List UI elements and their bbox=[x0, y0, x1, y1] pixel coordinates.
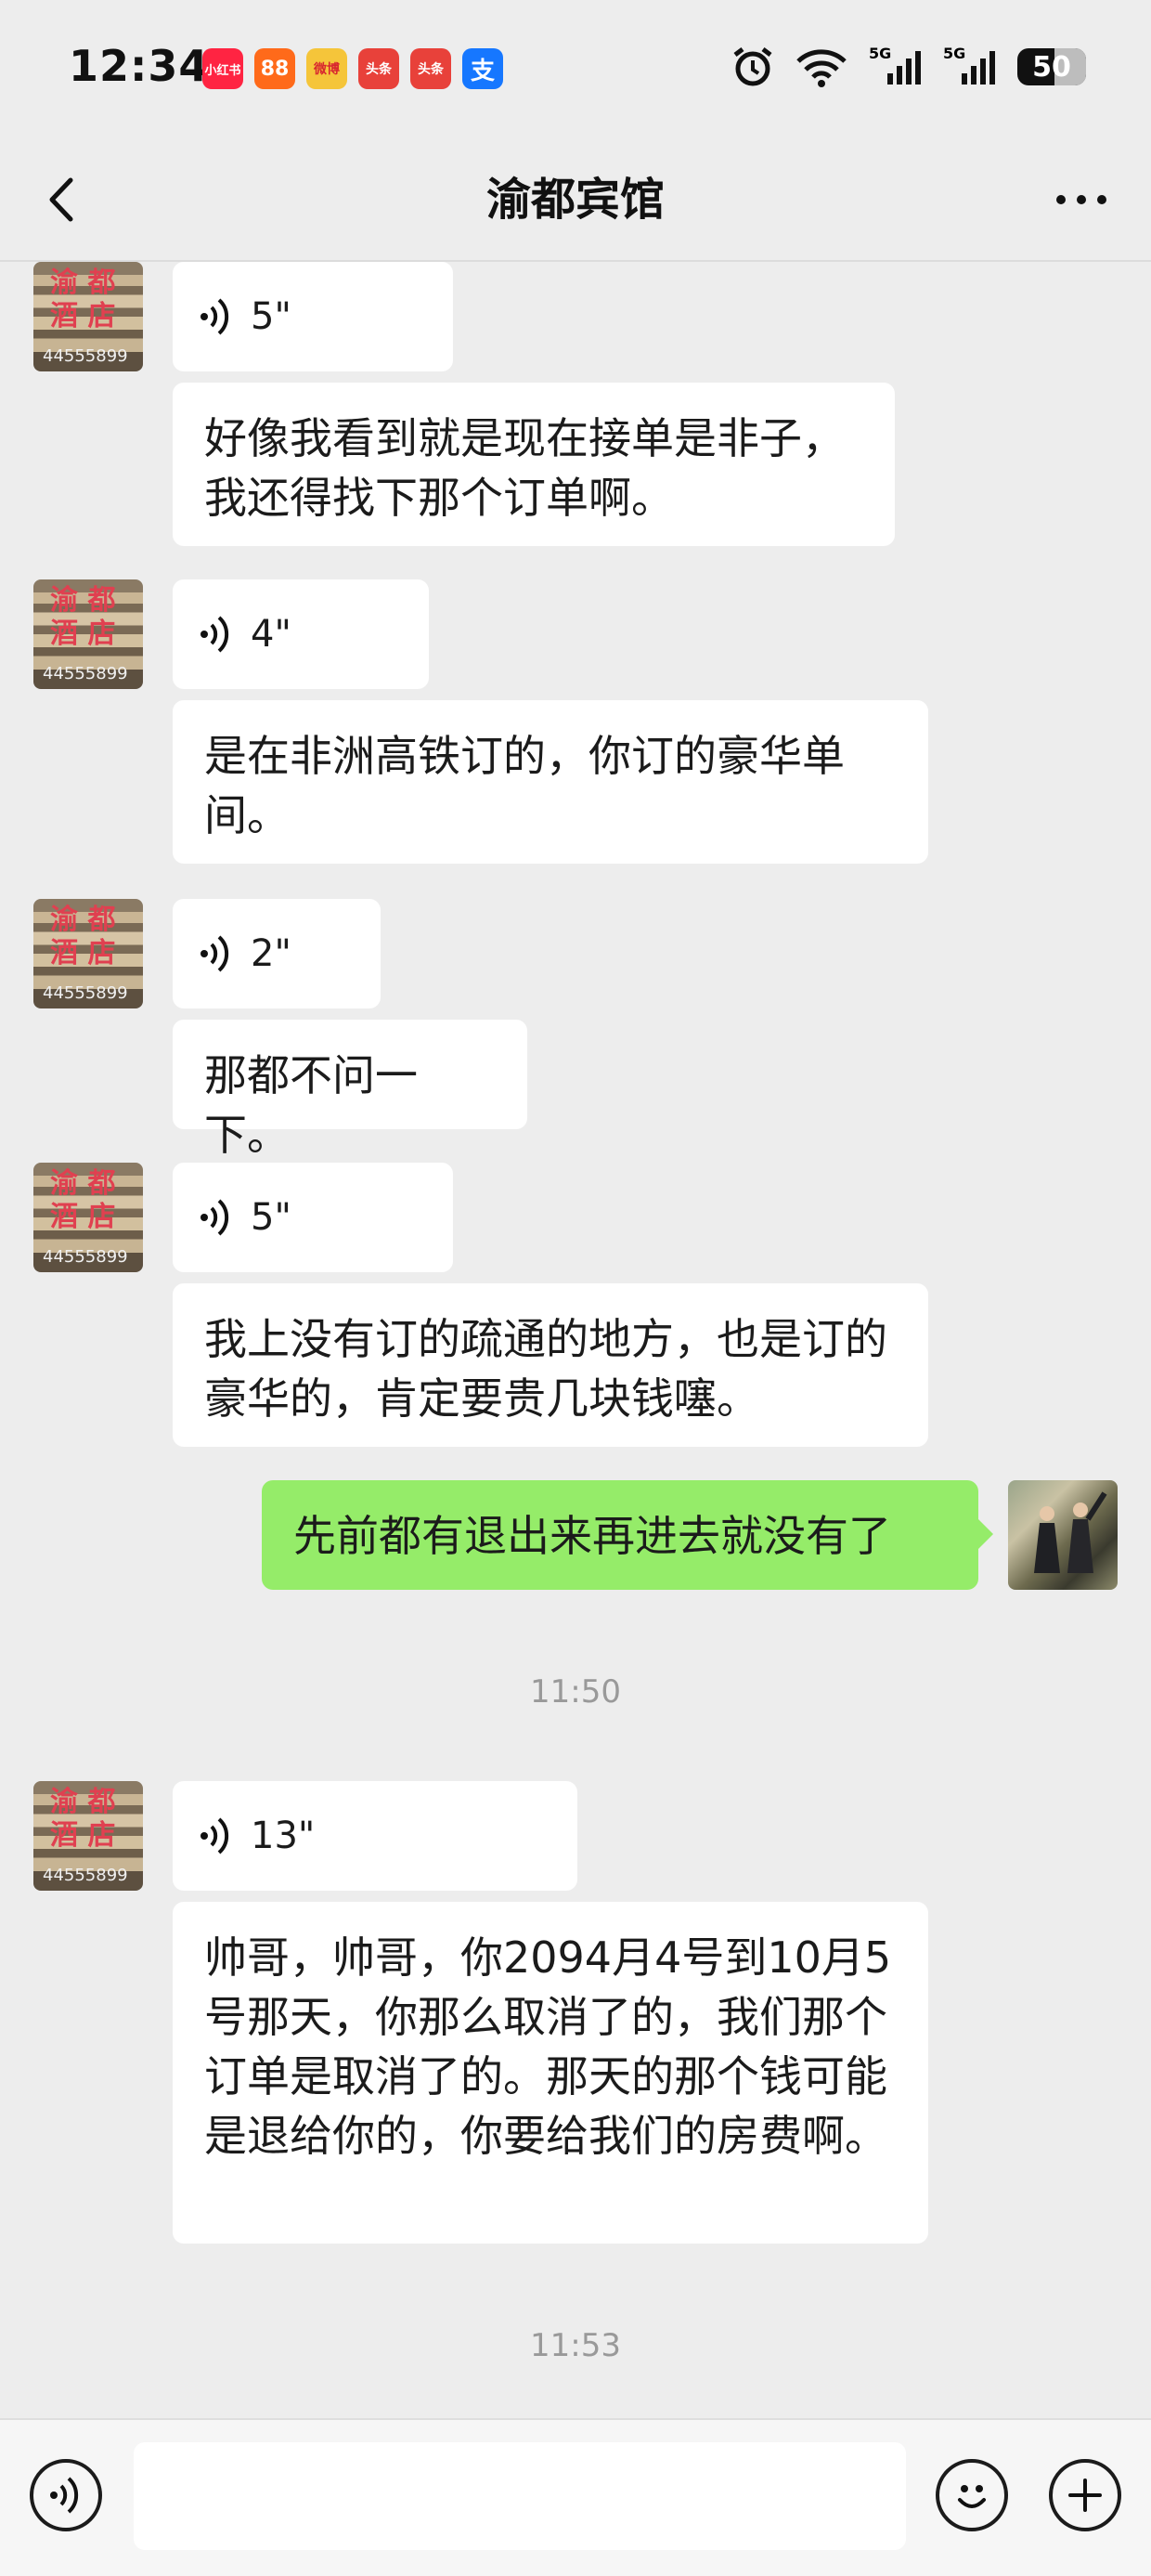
voice-input-button[interactable] bbox=[30, 2459, 102, 2531]
plus-button[interactable] bbox=[1049, 2459, 1121, 2531]
text-message[interactable]: 那都不问一下。 bbox=[173, 1020, 527, 1160]
timestamp: 11:53 bbox=[530, 2327, 621, 2364]
notification-app-icons: 小红书 88 微博 头条 头条 支 bbox=[202, 48, 503, 89]
voice-wave-icon bbox=[200, 298, 229, 335]
voice-duration: 5" bbox=[251, 1196, 291, 1239]
more-dots-icon bbox=[1056, 195, 1106, 204]
battery-icon: 50 bbox=[1017, 48, 1086, 85]
voice-input-icon bbox=[50, 2477, 79, 2514]
bubble-tail bbox=[976, 1517, 993, 1551]
more-button[interactable] bbox=[1049, 167, 1114, 232]
input-bar bbox=[0, 2418, 1151, 2576]
text-message[interactable]: 我上没有订的疏通的地方，也是订的豪华的，肯定要贵几块钱噻。 bbox=[173, 1283, 928, 1447]
voice-message[interactable]: 4" bbox=[173, 579, 429, 689]
self-text-message[interactable]: 先前都有退出来再进去就没有了 bbox=[262, 1480, 978, 1590]
voice-duration: 5" bbox=[251, 295, 291, 338]
contact-avatar[interactable]: 渝 都 酒 店 44555899 bbox=[33, 899, 143, 1008]
my-avatar[interactable] bbox=[1008, 1480, 1118, 1590]
status-bar: 12:34 小红书 88 微博 头条 头条 支 5G 5G 50 bbox=[0, 0, 1151, 139]
system-icons: 5G 5G 50 bbox=[731, 45, 1086, 89]
toutiao-icon: 头条 bbox=[358, 48, 399, 89]
avatar-photo bbox=[1034, 1491, 1107, 1573]
battery-level: 50 bbox=[1032, 50, 1071, 84]
voice-message[interactable]: 5" bbox=[173, 1163, 453, 1272]
emoji-icon bbox=[958, 2485, 986, 2508]
voice-wave-icon bbox=[200, 1817, 229, 1854]
weibo-icon: 微博 bbox=[306, 48, 347, 89]
voice-message[interactable]: 2" bbox=[173, 899, 381, 1008]
text-message[interactable]: 好像我看到就是现在接单是非子，我还得找下那个订单啊。 bbox=[173, 383, 895, 546]
voice-message[interactable]: 13" bbox=[173, 1781, 577, 1891]
voice-duration: 2" bbox=[251, 932, 291, 975]
contact-avatar[interactable]: 渝 都 酒 店 44555899 bbox=[33, 1163, 143, 1272]
plus-icon bbox=[1068, 2478, 1102, 2512]
xiaohongshu-icon: 小红书 bbox=[202, 48, 243, 89]
wifi-icon bbox=[795, 45, 848, 89]
voice-message[interactable]: 5" bbox=[173, 262, 453, 371]
alarm-icon bbox=[731, 45, 774, 89]
signal-5g-icon: 5G bbox=[869, 45, 923, 89]
alipay-icon: 支 bbox=[462, 48, 503, 89]
signal-5g-icon-2: 5G bbox=[943, 45, 997, 89]
text-message[interactable]: 帅哥，帅哥，你2094月4号到10月5号那天，你那么取消了的，我们那个订单是取消… bbox=[173, 1902, 928, 2244]
voice-wave-icon bbox=[200, 616, 229, 653]
contact-avatar[interactable]: 渝 都 酒 店 44555899 bbox=[33, 1781, 143, 1891]
status-time: 12:34 bbox=[69, 41, 210, 91]
timestamp: 11:50 bbox=[530, 1673, 621, 1711]
emoji-button[interactable] bbox=[936, 2459, 1008, 2531]
contact-avatar[interactable]: 渝 都 酒 店 44555899 bbox=[33, 262, 143, 371]
voice-duration: 13" bbox=[251, 1815, 316, 1857]
message-input[interactable] bbox=[134, 2442, 906, 2550]
chat-header: 渝都宾馆 bbox=[0, 139, 1151, 262]
toutiao-lite-icon: 头条 bbox=[410, 48, 451, 89]
voice-wave-icon bbox=[200, 935, 229, 972]
kuaishou-icon: 88 bbox=[254, 48, 295, 89]
voice-duration: 4" bbox=[251, 613, 291, 656]
text-message[interactable]: 是在非洲高铁订的，你订的豪华单间。 bbox=[173, 700, 928, 864]
chat-title: 渝都宾馆 bbox=[485, 174, 665, 226]
voice-wave-icon bbox=[200, 1199, 229, 1236]
contact-avatar[interactable]: 渝 都 酒 店 44555899 bbox=[33, 579, 143, 689]
